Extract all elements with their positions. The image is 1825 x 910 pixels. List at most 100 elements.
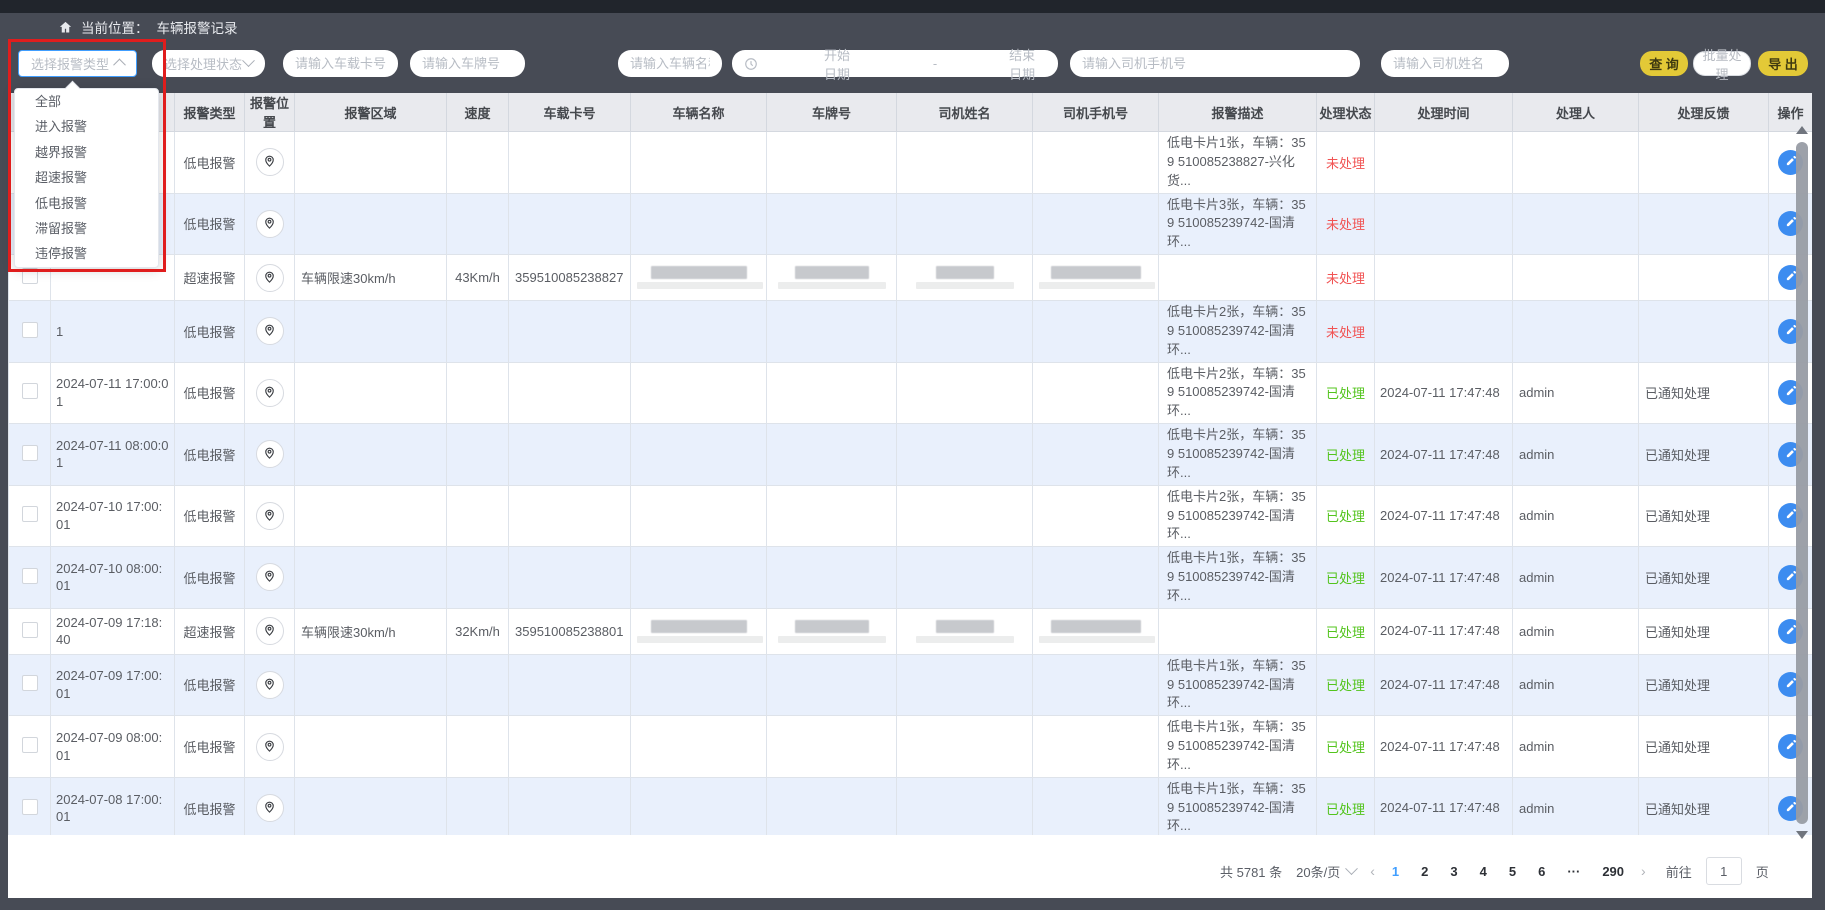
card-number-cell: 359510085238801 bbox=[509, 608, 631, 654]
goto-page-input[interactable] bbox=[1706, 857, 1742, 885]
map-pin-icon bbox=[262, 215, 277, 233]
location-pin-button[interactable] bbox=[256, 379, 284, 407]
row-checkbox[interactable] bbox=[22, 268, 38, 284]
vehicle-name-cell bbox=[631, 255, 767, 301]
location-pin-button[interactable] bbox=[256, 671, 284, 699]
alarm-type-select[interactable]: 选择报警类型 bbox=[18, 50, 137, 77]
query-button[interactable]: 查 询 bbox=[1640, 51, 1688, 76]
process-status-cell: 已处理 bbox=[1317, 654, 1375, 716]
plate-number-cell bbox=[767, 132, 897, 194]
location-pin-button[interactable] bbox=[256, 563, 284, 591]
feedback-cell: 已通知处理 bbox=[1639, 777, 1769, 835]
page-number[interactable]: 5 bbox=[1506, 864, 1519, 879]
location-pin-button[interactable] bbox=[256, 317, 284, 345]
driver-phone-cell bbox=[1033, 193, 1159, 255]
process-time-cell: 2024-07-11 17:47:48 bbox=[1375, 485, 1513, 547]
dropdown-option[interactable]: 超速报警 bbox=[15, 165, 158, 190]
dropdown-option[interactable]: 越界报警 bbox=[15, 140, 158, 165]
table-row: 2024-07-08 17:00:01低电报警低电卡片1张，车辆：359 510… bbox=[9, 777, 1813, 835]
page-number[interactable]: 4 bbox=[1477, 864, 1490, 879]
vehicle-name-cell bbox=[631, 547, 767, 609]
vehicle-name-input[interactable] bbox=[618, 50, 722, 77]
row-checkbox[interactable] bbox=[22, 737, 38, 753]
process-time-cell: 2024-07-11 17:47:48 bbox=[1375, 777, 1513, 835]
feedback-cell: 已通知处理 bbox=[1639, 485, 1769, 547]
scrollbar-up-arrow[interactable] bbox=[1796, 126, 1808, 134]
alarm-location-cell bbox=[245, 716, 295, 778]
plate-number-input[interactable] bbox=[410, 50, 525, 77]
batch-process-button[interactable]: 批量处理 bbox=[1693, 51, 1751, 76]
card-number-cell bbox=[509, 193, 631, 255]
pencil-icon bbox=[1785, 570, 1797, 585]
redacted-block bbox=[651, 266, 747, 279]
prev-page-button[interactable]: ‹ bbox=[1370, 863, 1375, 879]
date-range-picker[interactable]: 开始日期 - 结束日期 bbox=[732, 50, 1058, 77]
location-pin-button[interactable] bbox=[256, 210, 284, 238]
scrollbar-thumb[interactable] bbox=[1796, 142, 1808, 824]
process-status-cell: 未处理 bbox=[1317, 301, 1375, 363]
scrollbar-down-arrow[interactable] bbox=[1796, 831, 1808, 839]
page-size-select[interactable]: 20条/页 bbox=[1296, 862, 1356, 881]
driver-name-input[interactable] bbox=[1381, 50, 1509, 77]
pencil-icon bbox=[1785, 801, 1797, 816]
dropdown-option[interactable]: 全部 bbox=[15, 89, 158, 114]
vehicle-name-cell bbox=[631, 777, 767, 835]
table-row: 2024-07-09 17:18:40超速报警车辆限速30km/h32Km/h3… bbox=[9, 608, 1813, 654]
speed-cell: 43Km/h bbox=[447, 255, 509, 301]
redacted-block bbox=[1051, 620, 1141, 633]
table-row: 2024-07-10 08:00:01低电报警低电卡片1张，车辆：359 510… bbox=[9, 547, 1813, 609]
row-checkbox[interactable] bbox=[22, 445, 38, 461]
location-pin-button[interactable] bbox=[256, 794, 284, 822]
row-checkbox[interactable] bbox=[22, 322, 38, 338]
table-row: 低电报警低电卡片1张，车辆：359 510085238827-兴化货...未处理 bbox=[9, 132, 1813, 194]
status-badge: 已处理 bbox=[1326, 509, 1365, 524]
location-pin-button[interactable] bbox=[256, 148, 284, 176]
row-checkbox[interactable] bbox=[22, 675, 38, 691]
page-number[interactable]: 3 bbox=[1447, 864, 1460, 879]
row-checkbox[interactable] bbox=[22, 383, 38, 399]
alarm-records-table: 报警类型报警位置报警区域速度车载卡号车辆名称车牌号司机姓名司机手机号报警描述处理… bbox=[8, 93, 1812, 835]
plate-number-cell bbox=[767, 193, 897, 255]
dropdown-option[interactable]: 进入报警 bbox=[15, 114, 158, 139]
location-pin-button[interactable] bbox=[256, 617, 284, 645]
feedback-cell: 已通知处理 bbox=[1639, 362, 1769, 424]
pencil-icon bbox=[1785, 677, 1797, 692]
next-page-button[interactable]: › bbox=[1641, 863, 1646, 879]
dropdown-option[interactable]: 滞留报警 bbox=[15, 216, 158, 241]
row-checkbox[interactable] bbox=[22, 568, 38, 584]
driver-phone-input[interactable] bbox=[1070, 50, 1360, 77]
page-number[interactable]: 1 bbox=[1389, 864, 1402, 879]
pencil-icon bbox=[1785, 624, 1797, 639]
card-number-cell bbox=[509, 362, 631, 424]
card-number-cell bbox=[509, 547, 631, 609]
redacted-smear bbox=[778, 282, 886, 289]
row-checkbox[interactable] bbox=[22, 506, 38, 522]
page-number[interactable]: 290 bbox=[1599, 864, 1627, 879]
alarm-description-cell: 低电卡片2张，车辆：359 510085239742-国清环... bbox=[1159, 301, 1317, 363]
speed-cell bbox=[447, 193, 509, 255]
dropdown-option[interactable]: 低电报警 bbox=[15, 191, 158, 216]
location-pin-button[interactable] bbox=[256, 440, 284, 468]
card-number-cell bbox=[509, 716, 631, 778]
plate-number-cell bbox=[767, 716, 897, 778]
location-pin-button[interactable] bbox=[256, 733, 284, 761]
alarm-region-cell bbox=[295, 193, 447, 255]
table-row: 超速报警车辆限速30km/h43Km/h359510085238827未处理 bbox=[9, 255, 1813, 301]
handler-cell bbox=[1513, 255, 1639, 301]
process-status-select[interactable]: 选择处理状态 bbox=[152, 50, 265, 77]
location-pin-button[interactable] bbox=[256, 264, 284, 292]
alarm-description-cell bbox=[1159, 255, 1317, 301]
dropdown-option[interactable]: 违停报警 bbox=[15, 241, 158, 266]
page-number[interactable]: 2 bbox=[1418, 864, 1431, 879]
export-button[interactable]: 导 出 bbox=[1758, 51, 1808, 76]
row-checkbox[interactable] bbox=[22, 622, 38, 638]
card-number-cell bbox=[509, 424, 631, 486]
alarm-type-cell: 低电报警 bbox=[175, 132, 245, 194]
row-checkbox[interactable] bbox=[22, 799, 38, 815]
card-number-input[interactable] bbox=[283, 50, 398, 77]
page-number[interactable]: 6 bbox=[1535, 864, 1548, 879]
handler-cell: admin bbox=[1513, 716, 1639, 778]
alarm-description-cell bbox=[1159, 608, 1317, 654]
driver-name-cell bbox=[897, 301, 1033, 363]
location-pin-button[interactable] bbox=[256, 502, 284, 530]
